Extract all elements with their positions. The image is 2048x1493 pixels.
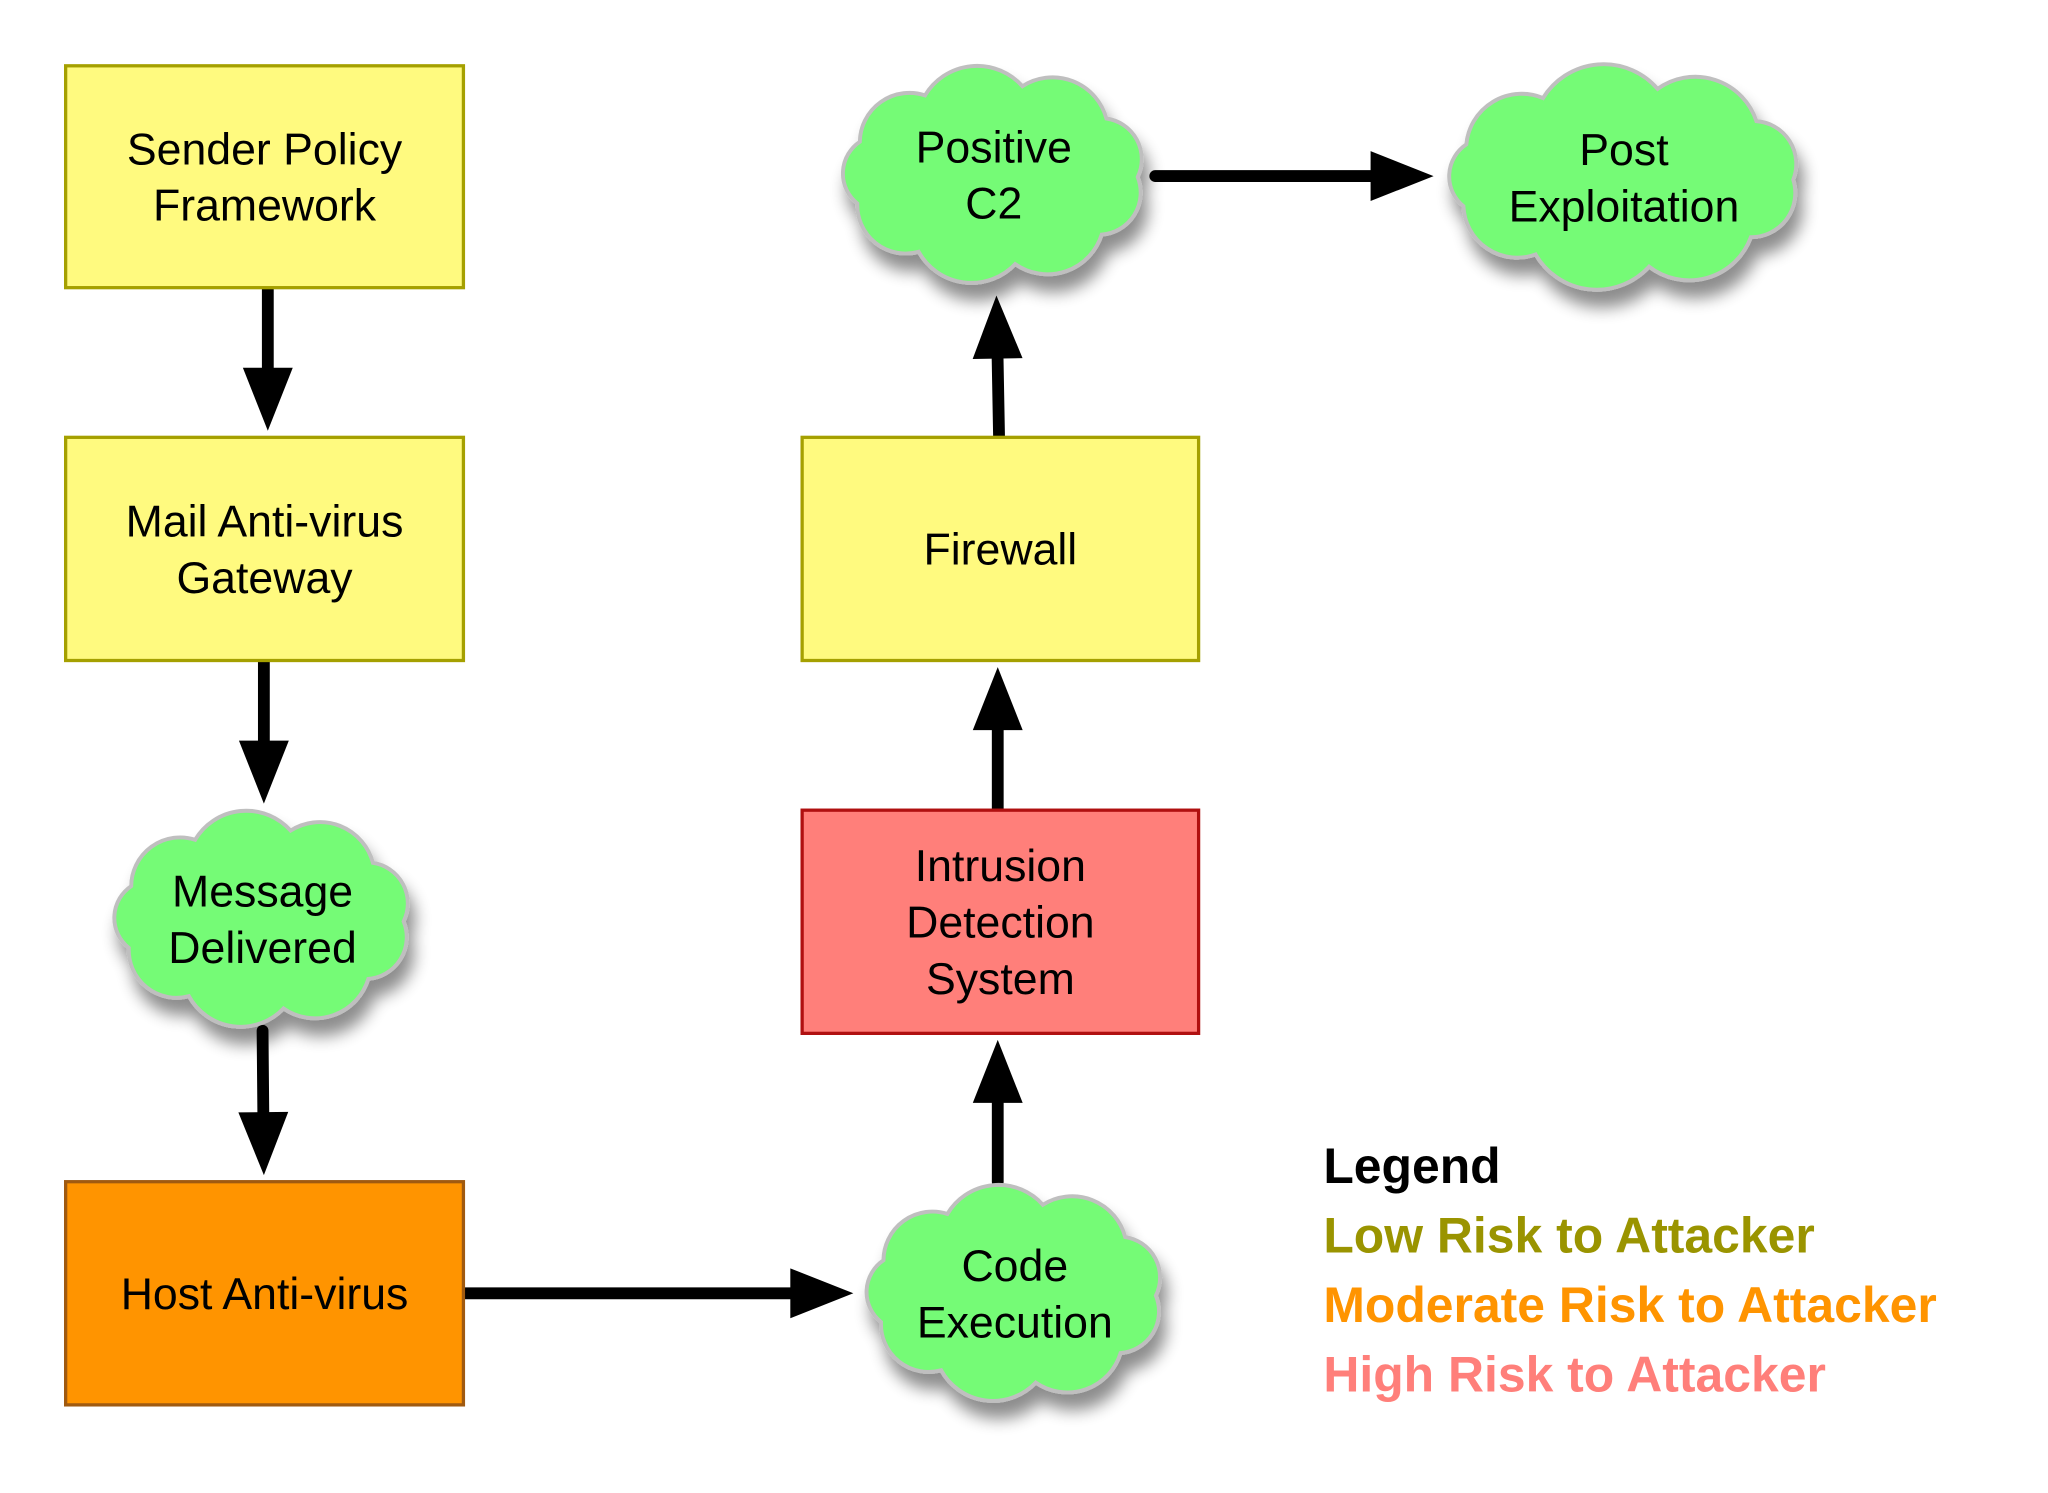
node-label: Exploitation bbox=[1509, 182, 1740, 231]
arrowhead-icon bbox=[790, 1268, 854, 1319]
arrow-host_av-to-code_execution bbox=[457, 1268, 854, 1319]
node-box bbox=[64, 64, 466, 290]
arrow-message_delivered-to-host_av bbox=[238, 1024, 289, 1176]
arrowhead-icon bbox=[238, 740, 289, 804]
node-firewall: Firewall bbox=[800, 435, 1201, 663]
node-spf: Sender Policy Framework bbox=[64, 64, 466, 290]
nodes: Sender Policy Framework Mail Anti-virus Gat… bbox=[64, 62, 1799, 1407]
node-label: Firewall bbox=[924, 526, 1078, 575]
node-label: Message bbox=[172, 868, 353, 917]
node-message-delivered: Message Delivered bbox=[112, 808, 410, 1029]
cloud-shape bbox=[840, 63, 1144, 285]
node-label: Sender Policy bbox=[127, 125, 403, 174]
arrow-firewall-to-positive_c2 bbox=[972, 295, 1023, 444]
legend-moderate-risk: Moderate Risk to Attacker bbox=[1323, 1277, 1936, 1333]
node-code-execution: Code Execution bbox=[864, 1182, 1162, 1403]
legend-high-risk: High Risk to Attacker bbox=[1323, 1347, 1826, 1403]
node-label: Detection bbox=[906, 899, 1095, 948]
arrow-ids-to-firewall bbox=[972, 667, 1023, 817]
cloud-shape bbox=[864, 1182, 1162, 1403]
node-label: Post bbox=[1579, 126, 1669, 175]
node-label: Execution bbox=[917, 1298, 1113, 1347]
arrowhead-icon bbox=[972, 667, 1023, 731]
arrow-shaft bbox=[991, 352, 1005, 444]
arrow-shaft bbox=[256, 1024, 270, 1119]
arrowhead-icon bbox=[972, 295, 1023, 360]
arrow-positive_c2-to-post_exploitation bbox=[1149, 151, 1434, 202]
arrow-mail_av-to-message_delivered bbox=[238, 654, 289, 804]
node-mail-av: Mail Anti-virus Gateway bbox=[64, 435, 466, 663]
node-label: Intrusion bbox=[915, 842, 1086, 891]
legend-low-risk: Low Risk to Attacker bbox=[1323, 1208, 1814, 1264]
node-host-av: Host Anti-virus bbox=[64, 1180, 466, 1407]
arrowhead-icon bbox=[972, 1039, 1023, 1103]
node-box bbox=[64, 435, 466, 663]
arrow-spf-to-mail_av bbox=[242, 281, 293, 431]
node-label: Mail Anti-virus bbox=[126, 497, 404, 546]
arrowhead-icon bbox=[238, 1111, 289, 1176]
arrowhead-icon bbox=[1370, 151, 1434, 202]
cloud-shape bbox=[112, 808, 410, 1029]
node-ids: Intrusion Detection System bbox=[800, 808, 1201, 1035]
node-label: Framework bbox=[153, 182, 377, 231]
node-positive-c2: Positive C2 bbox=[840, 63, 1144, 285]
cloud-shape bbox=[1447, 62, 1799, 292]
legend-title: Legend bbox=[1323, 1138, 1500, 1194]
node-label: Code bbox=[961, 1242, 1068, 1291]
node-label: Delivered bbox=[168, 924, 357, 973]
node-label: Host Anti-virus bbox=[121, 1270, 409, 1319]
node-label: C2 bbox=[965, 180, 1022, 229]
node-label: Gateway bbox=[176, 554, 353, 603]
arrowhead-icon bbox=[242, 367, 293, 431]
edges bbox=[238, 151, 1434, 1319]
attack-flow-diagram: Sender Policy Framework Mail Anti-virus Gat… bbox=[64, 62, 1937, 1407]
arrow-code_execution-to-ids bbox=[972, 1039, 1023, 1188]
node-label: System bbox=[926, 955, 1075, 1004]
node-post-exploitation: Post Exploitation bbox=[1447, 62, 1799, 292]
node-label: Positive bbox=[916, 123, 1072, 172]
legend: Legend Low Risk to Attacker Moderate Ris… bbox=[1323, 1138, 1936, 1403]
